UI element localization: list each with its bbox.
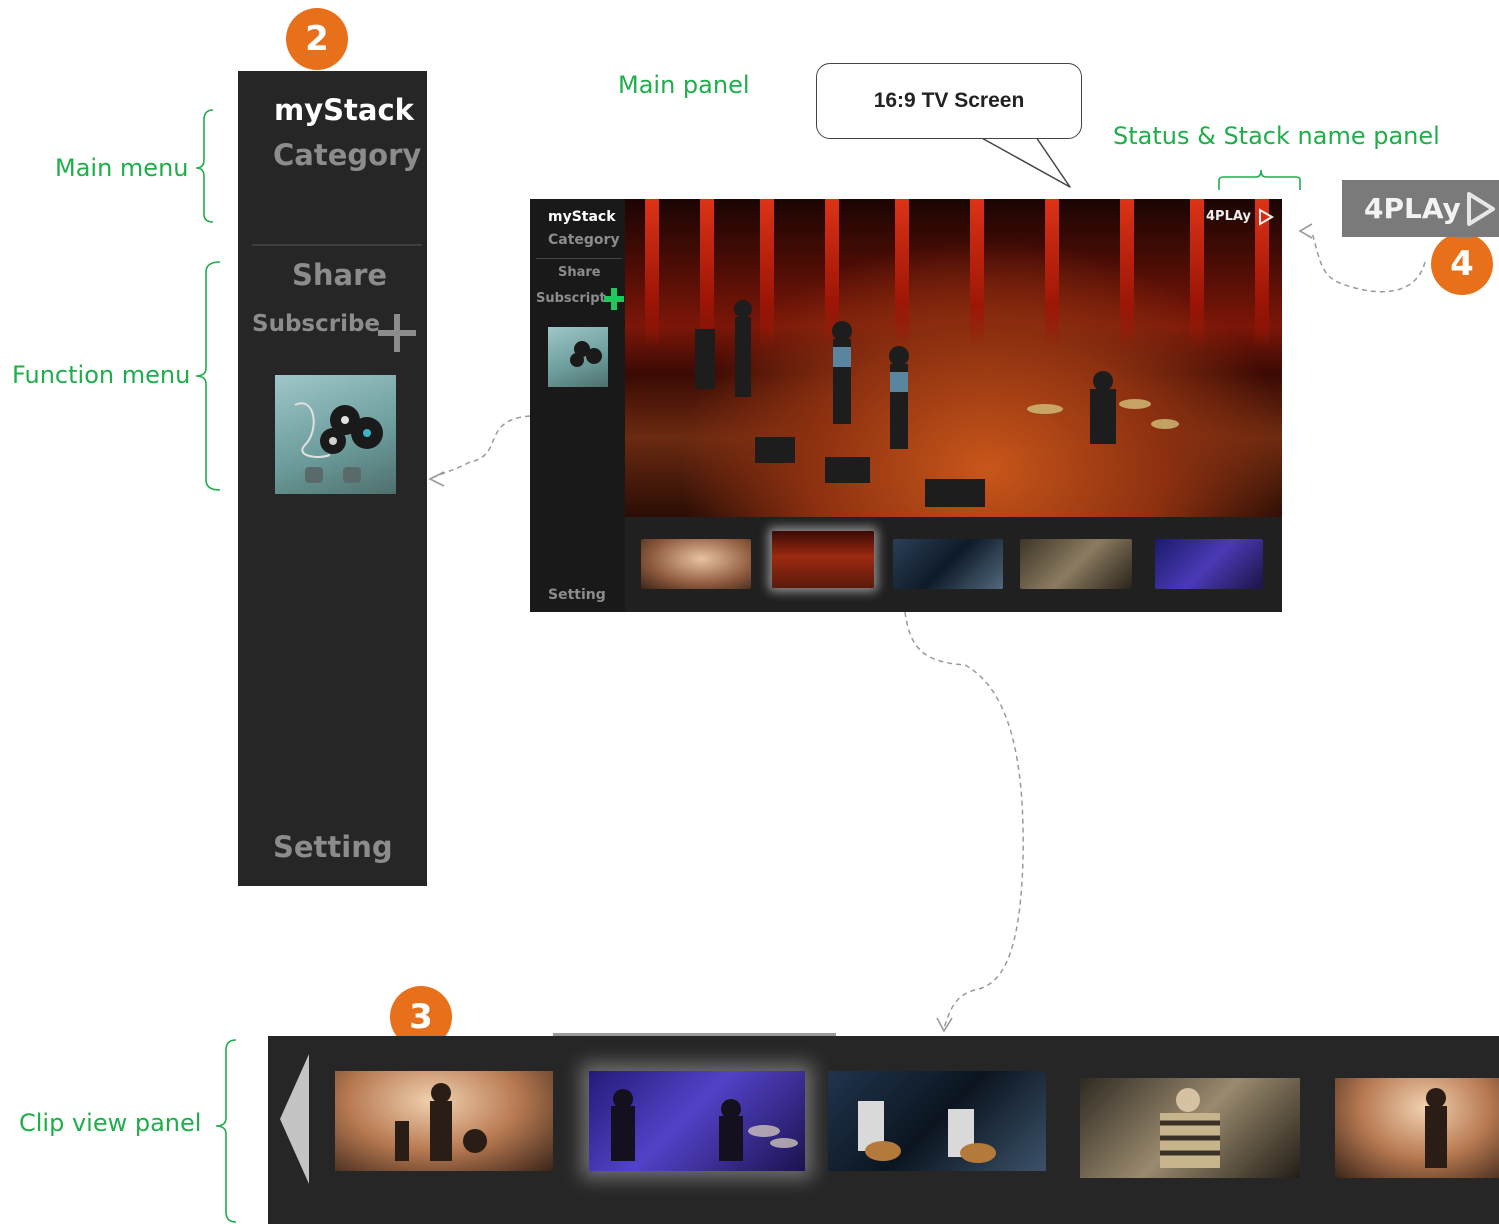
tv-stack-thumbnail[interactable] (548, 327, 608, 387)
vinyl-records-icon (294, 402, 383, 483)
sidebar-divider (252, 244, 422, 246)
tv-clip-strip (625, 517, 1282, 612)
logo-text: 4PLAy (1364, 192, 1461, 225)
stack-thumbnail[interactable] (275, 375, 396, 494)
sidebar-item-share[interactable]: Share (292, 258, 387, 292)
badge-2: 2 (286, 8, 348, 70)
tv-clip-1[interactable] (641, 539, 751, 589)
tv-clip-4[interactable] (1020, 539, 1132, 589)
sidebar-item-subscribe[interactable]: Subscribe (252, 311, 380, 337)
tv-clip-2-selected[interactable] (772, 531, 874, 588)
concert-video[interactable] (625, 199, 1282, 517)
badge-4: 4 (1431, 233, 1493, 295)
clip-2-selected[interactable] (589, 1071, 805, 1171)
clip-1[interactable] (335, 1071, 553, 1171)
tv-screen: myStack Category Share Subscript Setting… (530, 199, 1282, 612)
green-plus-icon[interactable] (604, 288, 624, 310)
tv-item-category[interactable]: Category (548, 232, 620, 248)
play-icon (1259, 208, 1274, 226)
band-figures (611, 1089, 798, 1161)
tv-divider (536, 258, 622, 259)
sidebar-item-setting[interactable]: Setting (273, 830, 393, 864)
sidebar-item-mystack[interactable]: myStack (274, 93, 414, 127)
guitarists (858, 1101, 996, 1163)
tv-screen-callout: 16:9 TV Screen (816, 63, 1082, 139)
tv-item-subscript[interactable]: Subscript (536, 291, 606, 306)
silhouette-figures (1425, 1088, 1447, 1168)
plus-icon[interactable] (378, 314, 416, 352)
tv-item-share[interactable]: Share (558, 265, 601, 280)
tv-clip-3[interactable] (893, 539, 1003, 589)
clip-4[interactable] (1080, 1078, 1300, 1178)
silhouette-figures (395, 1083, 487, 1161)
clip-3[interactable] (828, 1071, 1046, 1171)
clip-5[interactable] (1335, 1078, 1499, 1178)
musician-striped-shirt (1160, 1088, 1220, 1168)
left-arrow-icon[interactable] (280, 1054, 310, 1184)
tv-sidebar-overlay: myStack Category Share Subscript Setting (530, 199, 625, 612)
band-silhouettes (695, 300, 1179, 507)
clip-view-panel (268, 1036, 1499, 1224)
vinyl-records-icon (570, 341, 602, 367)
status-logo: 4PLAy (1342, 180, 1499, 237)
tv-clip-5[interactable] (1155, 539, 1263, 589)
tv-item-mystack[interactable]: myStack (548, 209, 616, 225)
play-icon (1466, 191, 1495, 226)
tv-item-setting[interactable]: Setting (548, 587, 606, 603)
sidebar-item-category[interactable]: Category (273, 138, 421, 172)
sidebar-menu: myStack Category Share Subscribe Setting (238, 71, 427, 886)
tv-logo: 4PLAy (1206, 209, 1251, 224)
